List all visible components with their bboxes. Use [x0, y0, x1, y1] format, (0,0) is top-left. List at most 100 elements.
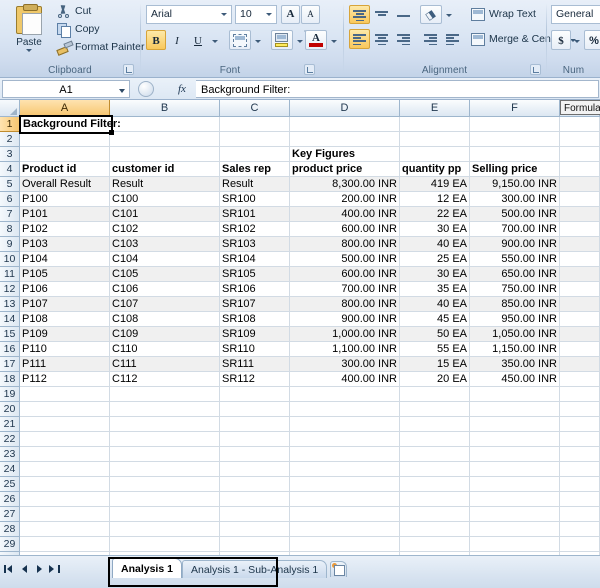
row-header-1[interactable]: 1 — [0, 117, 20, 132]
cell-F27[interactable] — [470, 507, 560, 522]
cell-A7[interactable]: P101 — [20, 207, 110, 222]
cell-F28[interactable] — [470, 522, 560, 537]
row-header-12[interactable]: 12 — [0, 282, 20, 297]
cell-G2[interactable] — [560, 132, 600, 147]
cell-B17[interactable]: C111 — [110, 357, 220, 372]
last-sheet-button[interactable] — [47, 561, 62, 577]
cell-A26[interactable] — [20, 492, 110, 507]
selected-cell-a1[interactable]: Background Filter: — [19, 115, 121, 135]
cell-A27[interactable] — [20, 507, 110, 522]
cell-G17[interactable] — [560, 357, 600, 372]
row-header-6[interactable]: 6 — [0, 192, 20, 207]
cell-B18[interactable]: C112 — [110, 372, 220, 387]
cell-D3[interactable]: Key Figures — [290, 147, 400, 162]
insert-worksheet-button[interactable] — [330, 561, 347, 577]
cell-C3[interactable] — [220, 147, 290, 162]
cell-B1[interactable] — [110, 117, 220, 132]
cell-A14[interactable]: P108 — [20, 312, 110, 327]
row-header-13[interactable]: 13 — [0, 297, 20, 312]
cell-E13[interactable]: 40 EA — [400, 297, 470, 312]
cell-C13[interactable]: SR107 — [220, 297, 290, 312]
cell-A16[interactable]: P110 — [20, 342, 110, 357]
cell-D16[interactable]: 1,100.00 INR — [290, 342, 400, 357]
cell-C20[interactable] — [220, 402, 290, 417]
cell-A20[interactable] — [20, 402, 110, 417]
cell-F29[interactable] — [470, 537, 560, 552]
cell-E3[interactable] — [400, 147, 470, 162]
cell-A4[interactable]: Product id — [20, 162, 110, 177]
cell-B20[interactable] — [110, 402, 220, 417]
cell-E6[interactable]: 12 EA — [400, 192, 470, 207]
cell-E9[interactable]: 40 EA — [400, 237, 470, 252]
row-header-24[interactable]: 24 — [0, 462, 20, 477]
cell-A28[interactable] — [20, 522, 110, 537]
percent-button[interactable]: % — [584, 30, 600, 50]
cell-G1[interactable] — [560, 117, 600, 132]
cell-B14[interactable]: C108 — [110, 312, 220, 327]
cell-D1[interactable] — [290, 117, 400, 132]
cell-E28[interactable] — [400, 522, 470, 537]
font-color-dropdown[interactable] — [327, 30, 339, 50]
cell-D9[interactable]: 800.00 INR — [290, 237, 400, 252]
cell-B9[interactable]: C103 — [110, 237, 220, 252]
decrease-font-size-button[interactable]: A — [301, 5, 320, 24]
row-header-20[interactable]: 20 — [0, 402, 20, 417]
worksheet-grid[interactable]: A B C D E F 1 2 3 Key Figures 4 Product id cus… — [0, 100, 600, 555]
cell-E29[interactable] — [400, 537, 470, 552]
cell-C2[interactable] — [220, 132, 290, 147]
cell-B5[interactable]: Result — [110, 177, 220, 192]
cell-A3[interactable] — [20, 147, 110, 162]
cell-C11[interactable]: SR105 — [220, 267, 290, 282]
cell-D6[interactable]: 200.00 INR — [290, 192, 400, 207]
cell-D29[interactable] — [290, 537, 400, 552]
cell-G29[interactable] — [560, 537, 600, 552]
cell-B7[interactable]: C101 — [110, 207, 220, 222]
cell-A13[interactable]: P107 — [20, 297, 110, 312]
cell-F19[interactable] — [470, 387, 560, 402]
cell-D19[interactable] — [290, 387, 400, 402]
cell-C9[interactable]: SR103 — [220, 237, 290, 252]
cell-F21[interactable] — [470, 417, 560, 432]
column-header-a[interactable]: A — [20, 100, 110, 116]
row-header-22[interactable]: 22 — [0, 432, 20, 447]
cut-button[interactable]: Cut — [56, 3, 91, 20]
cell-B23[interactable] — [110, 447, 220, 462]
cell-C28[interactable] — [220, 522, 290, 537]
cell-F1[interactable] — [470, 117, 560, 132]
cell-F17[interactable]: 350.00 INR — [470, 357, 560, 372]
cell-D11[interactable]: 600.00 INR — [290, 267, 400, 282]
cell-D8[interactable]: 600.00 INR — [290, 222, 400, 237]
cell-F5[interactable]: 9,150.00 INR — [470, 177, 560, 192]
cell-B28[interactable] — [110, 522, 220, 537]
cell-A2[interactable] — [20, 132, 110, 147]
cell-E15[interactable]: 50 EA — [400, 327, 470, 342]
cell-F16[interactable]: 1,150.00 INR — [470, 342, 560, 357]
number-format-combobox[interactable]: General — [551, 5, 600, 24]
font-name-combobox[interactable]: Arial — [146, 5, 232, 24]
cell-A23[interactable] — [20, 447, 110, 462]
column-header-d[interactable]: D — [290, 100, 400, 116]
cell-C25[interactable] — [220, 477, 290, 492]
row-header-18[interactable]: 18 — [0, 372, 20, 387]
insert-function-icon[interactable]: fx — [178, 81, 186, 98]
cell-C17[interactable]: SR111 — [220, 357, 290, 372]
cell-B8[interactable]: C102 — [110, 222, 220, 237]
cell-B4[interactable]: customer id — [110, 162, 220, 177]
cell-G9[interactable] — [560, 237, 600, 252]
row-header-28[interactable]: 28 — [0, 522, 20, 537]
fill-color-dropdown[interactable] — [293, 30, 305, 50]
cell-E18[interactable]: 20 EA — [400, 372, 470, 387]
cell-G20[interactable] — [560, 402, 600, 417]
cell-D2[interactable] — [290, 132, 400, 147]
cell-B16[interactable]: C110 — [110, 342, 220, 357]
cell-B12[interactable]: C106 — [110, 282, 220, 297]
cell-G28[interactable] — [560, 522, 600, 537]
cell-E19[interactable] — [400, 387, 470, 402]
cell-F24[interactable] — [470, 462, 560, 477]
cell-F8[interactable]: 700.00 INR — [470, 222, 560, 237]
cell-F13[interactable]: 850.00 INR — [470, 297, 560, 312]
column-header-e[interactable]: E — [400, 100, 470, 116]
font-dialog-launcher[interactable] — [304, 64, 315, 75]
row-header-27[interactable]: 27 — [0, 507, 20, 522]
row-header-25[interactable]: 25 — [0, 477, 20, 492]
